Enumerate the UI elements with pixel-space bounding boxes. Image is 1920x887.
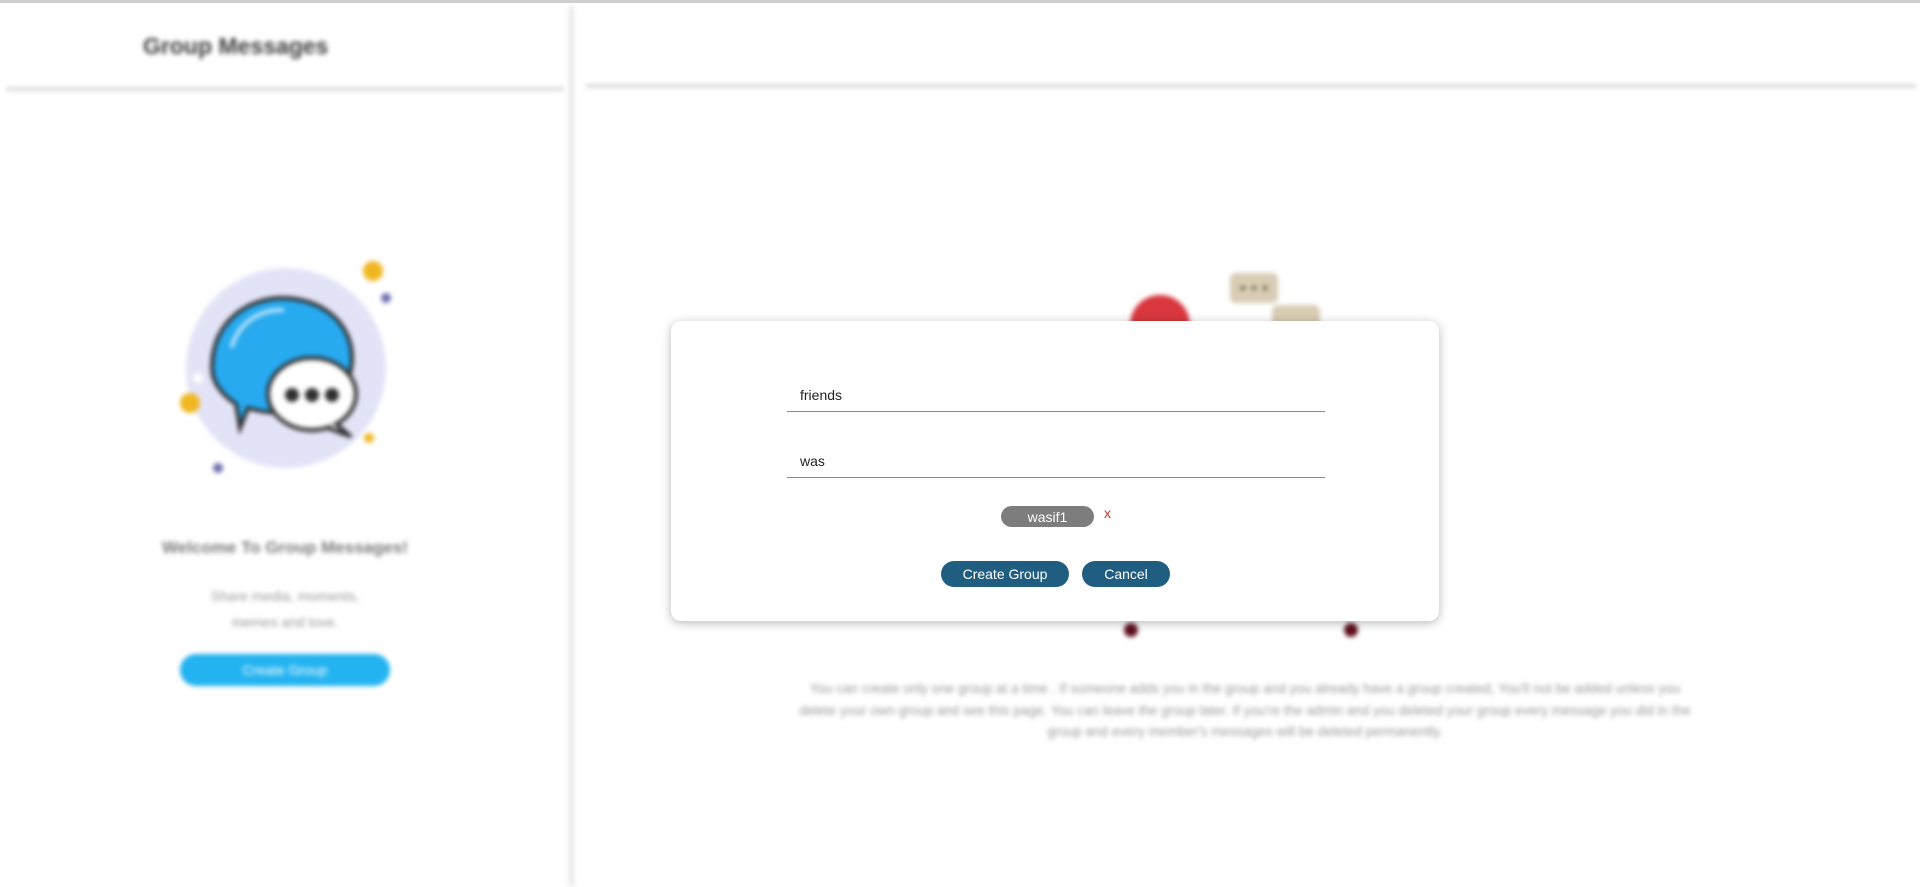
cancel-button[interactable]: Cancel <box>1082 561 1170 587</box>
member-chip: wasif1 <box>1001 506 1094 527</box>
sidebar: Group Messages Welcome To Group Messages… <box>0 3 569 887</box>
subtitle-line: Share media, moments, <box>210 588 360 604</box>
main-header-divider-line <box>586 84 1916 88</box>
welcome-subtitle: Share media, moments, memes and love. <box>150 583 420 635</box>
create-group-dialog: wasif1 x Create Group Cancel <box>671 321 1439 621</box>
panel-separator <box>569 6 574 887</box>
sidebar-title: Group Messages <box>143 33 329 59</box>
info-line: group and every member's messages will b… <box>1047 724 1443 739</box>
create-group-button[interactable]: Create Group <box>941 561 1069 587</box>
sidebar-create-group-button[interactable]: Create Group <box>180 654 390 686</box>
sidebar-divider-line <box>6 87 564 91</box>
group-name-input[interactable] <box>787 378 1325 412</box>
group-info-text: You can create only one group at a time … <box>750 678 1740 743</box>
info-line: You can create only one group at a time … <box>809 681 1681 696</box>
chat-bubbles-icon <box>180 261 391 473</box>
subtitle-line: memes and love. <box>231 614 339 630</box>
member-search-input[interactable] <box>787 444 1325 478</box>
welcome-heading: Welcome To Group Messages! <box>162 538 408 557</box>
remove-member-icon[interactable]: x <box>1104 505 1111 521</box>
selected-members: wasif1 x <box>671 505 1439 531</box>
info-line: delete your own group and see this page.… <box>799 702 1691 718</box>
